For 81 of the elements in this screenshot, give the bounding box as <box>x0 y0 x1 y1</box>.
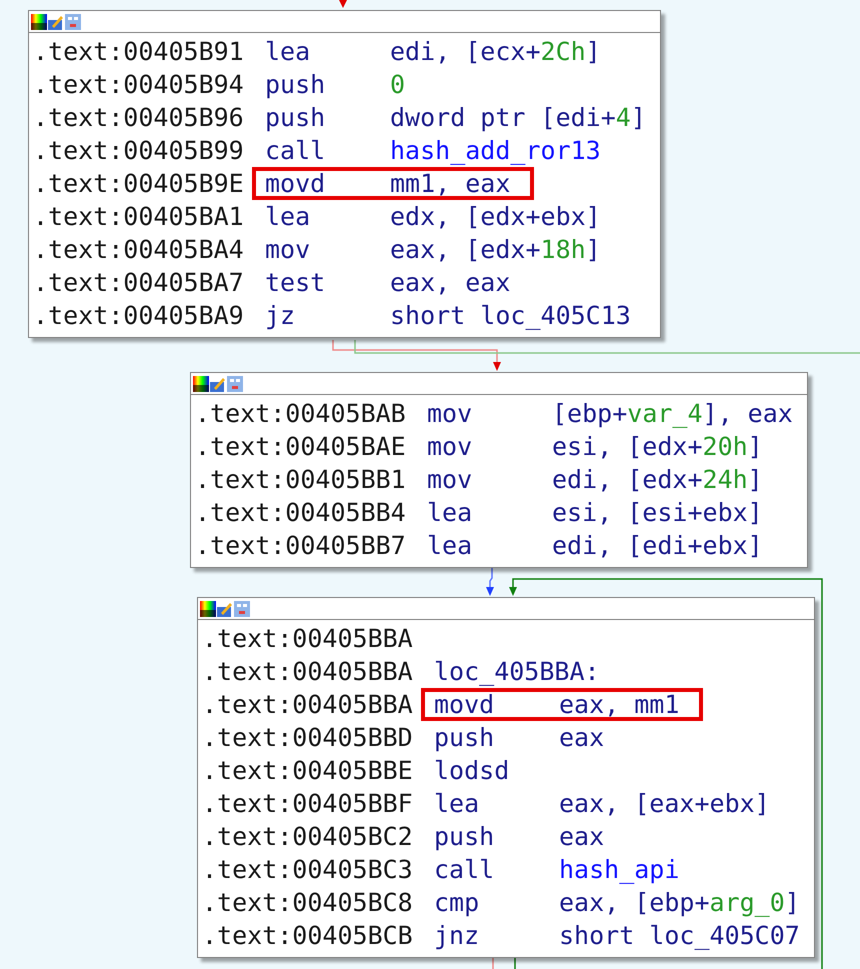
address-text: .text:00405BC8 <box>202 889 414 916</box>
address-text: .text:00405BB7 <box>195 532 407 559</box>
address-text: .text:00405BBE <box>202 757 414 784</box>
operand-text: hash_add_ror13 <box>390 138 601 163</box>
operand-text: short loc_405C13 <box>390 303 631 328</box>
mnemonic-text: mov <box>427 434 474 459</box>
mnemonic-text: mov <box>427 401 474 426</box>
pencil-icon[interactable] <box>48 14 64 30</box>
mnemonic-text: lea <box>265 204 312 229</box>
mnemonic-text: lea <box>427 500 474 525</box>
graph-icon[interactable] <box>234 600 250 616</box>
operand-text: mm1, eax <box>390 171 510 196</box>
operand-text: short loc_405C07 <box>559 923 800 948</box>
graph-icon[interactable] <box>227 376 243 392</box>
mnemonic-text: push <box>265 105 326 130</box>
address-text: .text:00405B91 <box>33 38 245 65</box>
mnemonic-text: push <box>434 824 496 849</box>
mnemonic-text: test <box>265 270 326 295</box>
graph-icon[interactable] <box>65 14 81 30</box>
palette-icon[interactable] <box>193 376 209 392</box>
edge-line <box>492 958 494 969</box>
address-text: .text:00405BA7 <box>33 269 245 296</box>
address-text: .text:00405BC2 <box>202 823 414 850</box>
palette-icon[interactable] <box>31 14 47 30</box>
operand-text: edi, [edx+24h] <box>552 467 763 492</box>
mnemonic-text: mov <box>427 467 474 492</box>
mnemonic-text: jz <box>265 303 296 328</box>
label-text: loc_405BBA: <box>434 658 601 685</box>
pencil-icon[interactable] <box>217 600 233 616</box>
operand-text: edx, [edx+ebx] <box>390 204 601 229</box>
address-text: .text:00405B9E <box>33 170 245 197</box>
mnemonic-text: lea <box>265 39 312 64</box>
address-text: .text:00405B94 <box>33 71 245 98</box>
address-text: .text:00405BA1 <box>33 203 245 230</box>
operand-text: 0 <box>390 72 406 97</box>
address-text: .text:00405BA4 <box>33 236 245 263</box>
operand-text: eax <box>559 824 604 849</box>
mnemonic-text: lodsd <box>434 758 510 783</box>
mnemonic-text: jnz <box>434 923 480 948</box>
edge-arrow <box>486 567 494 596</box>
address-text: .text:00405BAB <box>195 400 407 427</box>
operand-text: eax, mm1 <box>559 692 680 717</box>
operand-text: eax, [edx+18h] <box>390 237 601 262</box>
operand-text: edi, [edi+ebx] <box>552 533 763 558</box>
address-text: .text:00405BA9 <box>33 302 245 329</box>
pencil-icon[interactable] <box>210 376 226 392</box>
address-text: .text:00405BB4 <box>195 499 407 526</box>
address-text: .text:00405BCB <box>202 922 414 949</box>
operand-text: eax <box>559 725 604 750</box>
address-text: .text:00405BC3 <box>202 856 414 883</box>
mnemonic-text: lea <box>427 533 474 558</box>
edge-arrow <box>339 0 347 8</box>
operand-text: esi, [esi+ebx] <box>552 500 763 525</box>
address-text: .text:00405BBA <box>202 658 414 685</box>
mnemonic-text: push <box>434 725 496 750</box>
operand-text: hash_api <box>559 857 680 882</box>
address-text: .text:00405BBF <box>202 790 414 817</box>
operand-text: edi, [ecx+2Ch] <box>390 39 601 64</box>
address-text: .text:00405BBA <box>202 691 414 718</box>
address-text: .text:00405BBA <box>202 625 414 652</box>
address-text: .text:00405BBD <box>202 724 414 751</box>
address-text: .text:00405B96 <box>33 104 245 131</box>
address-text: .text:00405BB1 <box>195 466 407 493</box>
operand-text: [ebp+var_4], eax <box>552 401 793 426</box>
mnemonic-text: mov <box>265 237 312 262</box>
mnemonic-text: movd <box>265 171 326 196</box>
edge-line <box>514 958 516 969</box>
operand-text: esi, [edx+20h] <box>552 434 763 459</box>
operand-text: dword ptr [edi+4] <box>390 105 646 130</box>
mnemonic-text: lea <box>434 791 480 816</box>
mnemonic-text: call <box>265 138 326 163</box>
palette-icon[interactable] <box>200 600 216 616</box>
mnemonic-text: call <box>434 857 496 882</box>
operand-text: eax, eax <box>390 270 510 295</box>
address-text: .text:00405BAE <box>195 433 407 460</box>
mnemonic-text: cmp <box>434 890 480 915</box>
operand-text: eax, [eax+ebx] <box>559 791 770 816</box>
operand-text: eax, [ebp+arg_0] <box>559 890 800 915</box>
address-text: .text:00405B99 <box>33 137 245 164</box>
mnemonic-text: movd <box>434 692 496 717</box>
mnemonic-text: push <box>265 72 326 97</box>
